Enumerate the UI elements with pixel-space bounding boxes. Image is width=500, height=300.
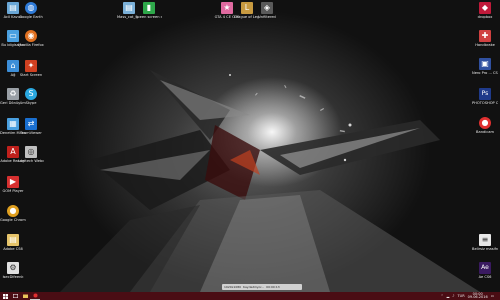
desktop-icon-gom-player[interactable]: ▶ GOM Player	[0, 176, 26, 193]
tray-chevron-icon[interactable]: ⌃	[441, 294, 444, 298]
desktop: ▤ Acil Kavun ▭ Bu bilgisayar ⌂ Ağ ♻ Geri…	[0, 0, 500, 292]
desktop-icon-green-screen[interactable]: ▮ green screen darkmpower...	[136, 2, 162, 19]
desktop-icon-lsec[interactable]: ⚙ lsecDifeenk	[0, 262, 26, 279]
earth-icon: ◍	[25, 2, 37, 14]
desktop-icon-teamviewer[interactable]: ⇄ TeamViewer	[18, 118, 44, 135]
desktop-icon-text-file[interactable]: ≡ Belirsiz masifnir txt	[472, 234, 498, 251]
desktop-icon-label: green screen darkmpower...	[136, 15, 162, 19]
desktop-icon-start-screen[interactable]: ✦ Start Screen	[18, 60, 44, 77]
folder-icon: ▤	[7, 234, 19, 246]
after-effects-icon: Ae	[479, 262, 491, 274]
app-icon: ▣	[479, 58, 491, 70]
desktop-icon-label: Skype	[25, 101, 37, 105]
firefox-icon: ◉	[25, 30, 37, 42]
windows-icon	[2, 293, 8, 299]
grid-icon: ✦	[25, 60, 37, 72]
desktop-icon-adobe-cs6[interactable]: ▤ Adobe CS6	[0, 234, 26, 251]
video-icon: ▮	[143, 2, 155, 14]
desktop-icon-label: Belirsiz masifnir txt	[472, 247, 498, 251]
task-view-icon	[12, 294, 18, 298]
dropbox-icon: ◆	[479, 2, 491, 14]
folder-icon: ▤	[123, 2, 135, 14]
wallpaper	[60, 70, 480, 292]
chrome-icon: ●	[7, 205, 19, 217]
file-explorer-icon	[22, 294, 28, 298]
dock-status: Kaydediliyor...	[243, 285, 265, 289]
desktop-icon-label: PHOTOSHOP CS6	[472, 101, 498, 105]
system-tray: ⌃ ▂ ♪ TUR 00:00 09.06.2016 ▭	[441, 292, 500, 300]
recording-dock[interactable]: 1920x1080 Kaydediliyor... 00:00:13	[222, 284, 302, 290]
desktop-icon-google-earth[interactable]: ◍ Google Earth	[18, 2, 44, 19]
network-icon[interactable]: ▂	[447, 294, 450, 298]
desktop-icon-label: Unfiltered	[258, 15, 276, 19]
desktop-icon-label: GOM Player	[2, 189, 24, 193]
desktop-icon-label: Handbrake	[475, 43, 495, 47]
language-indicator[interactable]: TUR	[458, 294, 465, 298]
photoshop-icon: Ps	[479, 88, 491, 100]
desktop-icon-label: lsecDifeenk	[2, 275, 24, 279]
game-icon: ★	[221, 2, 233, 14]
skype-icon: S	[25, 88, 37, 100]
taskbar-app-file-explorer[interactable]	[20, 292, 30, 300]
media-player-icon: ▶	[7, 176, 19, 188]
app-icon: ⚙	[7, 262, 19, 274]
notification-icon[interactable]: ▭	[491, 294, 494, 298]
dock-timer: 00:00:13	[266, 285, 280, 289]
dock-resolution: 1920x1080	[224, 285, 242, 289]
desktop-icon-after-effects[interactable]: Ae Ae CS6	[472, 262, 498, 279]
desktop-icon-label: Logitech Webcam	[18, 159, 44, 163]
clock-date: 09.06.2016	[467, 295, 488, 299]
bandicam-icon	[33, 293, 37, 298]
desktop-icon-label: dropbox	[477, 15, 493, 19]
taskbar: ⌃ ▂ ♪ TUR 00:00 09.06.2016 ▭	[0, 292, 500, 300]
desktop-icon-logitech[interactable]: ◎ Logitech Webcam	[18, 146, 44, 163]
desktop-icon-nero[interactable]: ▣ Nero Pro ... CS6 (64 Bit)	[472, 58, 498, 75]
desktop-icon-label: Nero Pro ... CS6 (64 Bit)	[472, 71, 498, 75]
desktop-icon-label: Google Earth	[19, 15, 43, 19]
desktop-icon-label: Adobe CS6	[3, 247, 23, 251]
desktop-icon-label: Start Screen	[19, 73, 43, 77]
desktop-icon-label: Google Chrome	[0, 218, 26, 222]
desktop-icon-photoshop[interactable]: Ps PHOTOSHOP CS6	[472, 88, 498, 105]
start-button[interactable]	[0, 292, 10, 300]
lol-icon: L	[241, 2, 253, 14]
text-file-icon: ≡	[479, 234, 491, 246]
handbrake-icon: ✚	[479, 30, 491, 42]
app-icon: ◈	[261, 2, 273, 14]
desktop-icon-handbrake[interactable]: ✚ Handbrake	[472, 30, 498, 47]
desktop-icon-bandicam[interactable]: ● Bandicam	[472, 117, 498, 134]
bandicam-icon: ●	[479, 117, 491, 129]
taskbar-app-bandicam[interactable]	[30, 292, 40, 300]
teamviewer-icon: ⇄	[25, 118, 37, 130]
task-view-button[interactable]	[10, 292, 20, 300]
desktop-icon-skype[interactable]: S Skype	[18, 88, 44, 105]
clock[interactable]: 00:00 09.06.2016	[467, 292, 488, 300]
desktop-icon-firefox[interactable]: ◉ Mozilla Firefox	[18, 30, 44, 47]
desktop-icon-label: Ae CS6	[478, 275, 492, 279]
desktop-icon-dropbox[interactable]: ◆ dropbox	[472, 2, 498, 19]
desktop-icon-label: Bandicam	[476, 130, 494, 134]
webcam-icon: ◎	[25, 146, 37, 158]
desktop-icon-unfiltered[interactable]: ◈ Unfiltered	[254, 2, 280, 19]
desktop-icon-google-chrome[interactable]: ● Google Chrome	[0, 205, 26, 222]
volume-icon[interactable]: ♪	[452, 294, 454, 298]
desktop-icon-label: Mozilla Firefox	[18, 43, 44, 47]
desktop-icon-label: TeamViewer	[20, 131, 42, 135]
